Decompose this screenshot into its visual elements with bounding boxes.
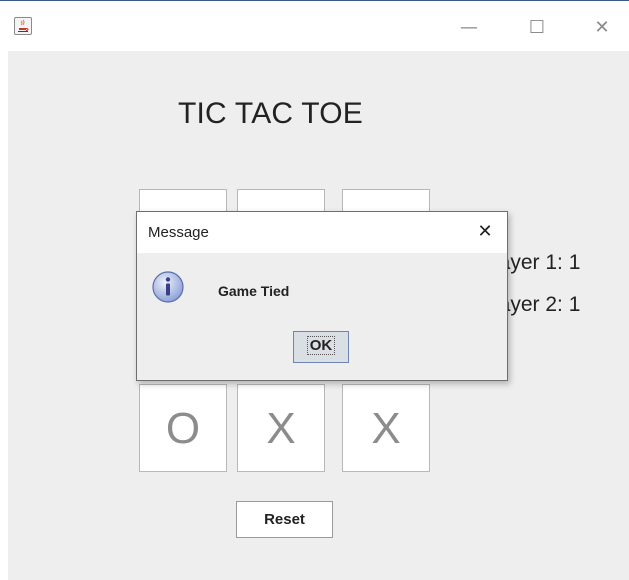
message-dialog: Message ✕ Game Tied OK [136, 211, 508, 381]
game-title: TIC TAC TOE [178, 97, 364, 130]
dialog-message: Game Tied [218, 283, 290, 299]
java-app-icon [14, 17, 32, 35]
maximize-button[interactable]: ☐ [514, 13, 560, 43]
board-cell-7[interactable]: O [139, 384, 227, 472]
board-cell-9[interactable]: X [342, 384, 430, 472]
ok-button-label: OK [306, 336, 336, 355]
player2-score: Player 2: 1 [508, 293, 581, 316]
window-titlebar[interactable]: — ☐ ✕ [0, 1, 629, 51]
dialog-title: Message [148, 224, 209, 241]
app-window: — ☐ ✕ TIC TAC TOE O X X Player 1: 1 Play… [0, 0, 629, 580]
reset-button[interactable]: Reset [236, 501, 333, 538]
close-button[interactable]: ✕ [579, 13, 625, 43]
board-cell-8[interactable]: X [237, 384, 325, 472]
player1-score: Player 1: 1 [508, 251, 581, 274]
dialog-close-button[interactable]: ✕ [473, 220, 497, 244]
minimize-button[interactable]: — [446, 13, 492, 43]
dialog-titlebar[interactable]: Message ✕ [137, 212, 507, 253]
score-panel: Player 1: 1 Player 2: 1 [508, 251, 629, 321]
ok-button[interactable]: OK [293, 331, 349, 363]
info-icon [151, 270, 185, 304]
